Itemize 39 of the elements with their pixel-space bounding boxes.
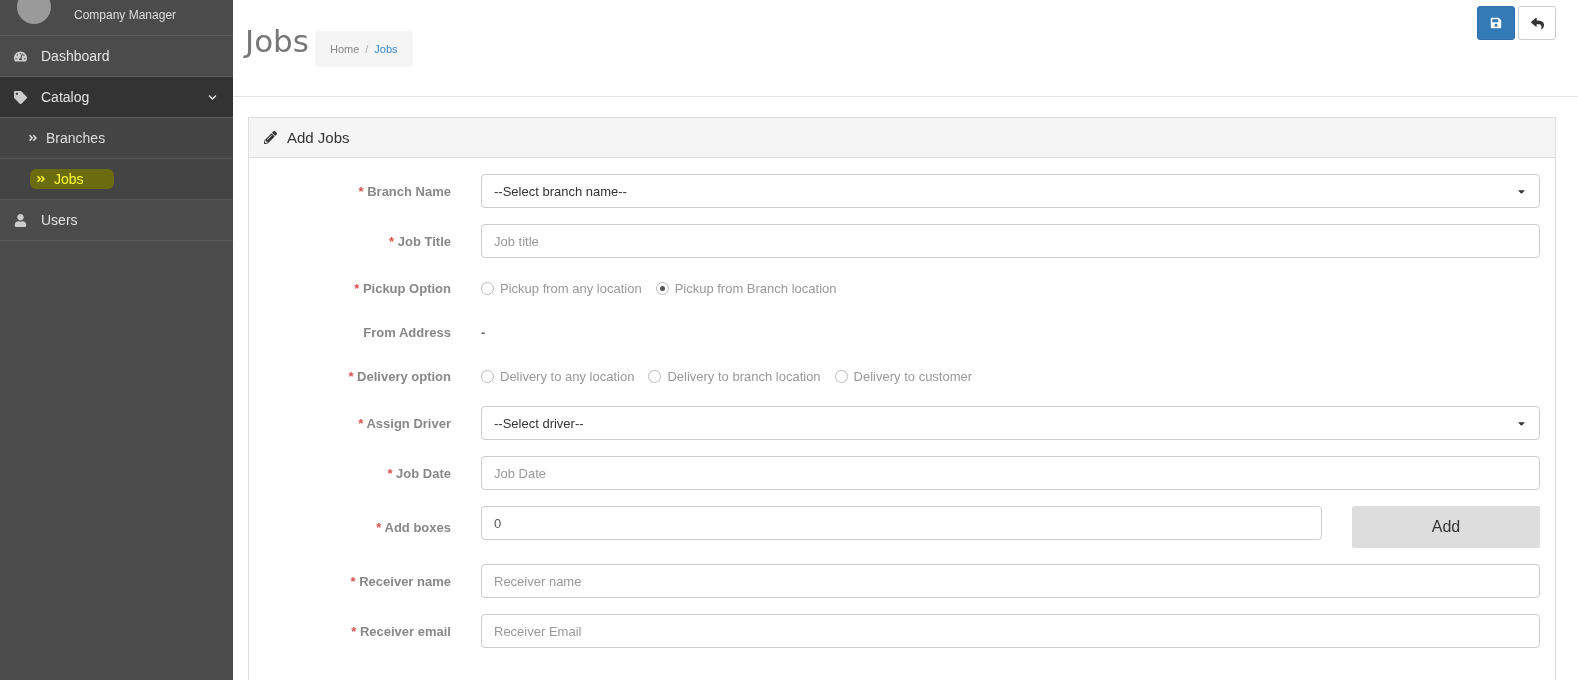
input-field[interactable]: Job title (481, 224, 1540, 258)
double-chevron-icon (36, 174, 46, 184)
field-label: * Job Date (386, 465, 451, 481)
input-field[interactable]: Receiver Email (481, 614, 1540, 648)
field-label: * Delivery option (347, 368, 451, 384)
sidebar-subitem[interactable]: Branches (28, 130, 106, 146)
field-label: * Branch Name (357, 183, 451, 199)
field-label: * Assign Driver (357, 415, 451, 431)
pencil-icon (264, 131, 277, 144)
input-field[interactable]: Receiver name (481, 564, 1540, 598)
sidebar-item[interactable]: Catalog (0, 77, 233, 118)
add-button[interactable]: Add (1352, 506, 1540, 548)
field-label: * Add boxes (375, 519, 451, 535)
field-label: From Address (362, 324, 451, 340)
breadcrumb-link[interactable]: Jobs (374, 43, 398, 55)
user-role: Company Manager (74, 8, 177, 22)
input-field[interactable]: Job Date (481, 456, 1540, 490)
user-icon (14, 213, 27, 227)
reply-arrow-icon (1530, 16, 1544, 30)
dashboard-icon (14, 49, 27, 63)
breadcrumb-separator: / (365, 43, 369, 55)
field-value: - (481, 324, 487, 340)
field-label: * Receiver name (349, 573, 451, 589)
field-label: * Pickup Option (353, 280, 451, 296)
panel-title: Add Jobs (287, 129, 350, 146)
save-icon (1490, 17, 1502, 29)
input-field[interactable]: 0 (481, 506, 1322, 540)
field-label: * Job Title (388, 233, 451, 249)
double-chevron-icon (28, 133, 38, 143)
back-button[interactable] (1518, 6, 1556, 40)
avatar (17, 0, 51, 24)
tag-icon (14, 90, 27, 104)
chevron-down-icon (208, 92, 217, 102)
select-field[interactable]: --Select driver-- (481, 406, 1540, 440)
sidebar-subitem[interactable]: Jobs (30, 169, 114, 189)
page-title: Jobs (245, 23, 309, 59)
select-field[interactable]: --Select branch name-- (481, 174, 1540, 208)
save-button[interactable] (1477, 6, 1515, 40)
field-label: * Receiver email (350, 623, 451, 639)
